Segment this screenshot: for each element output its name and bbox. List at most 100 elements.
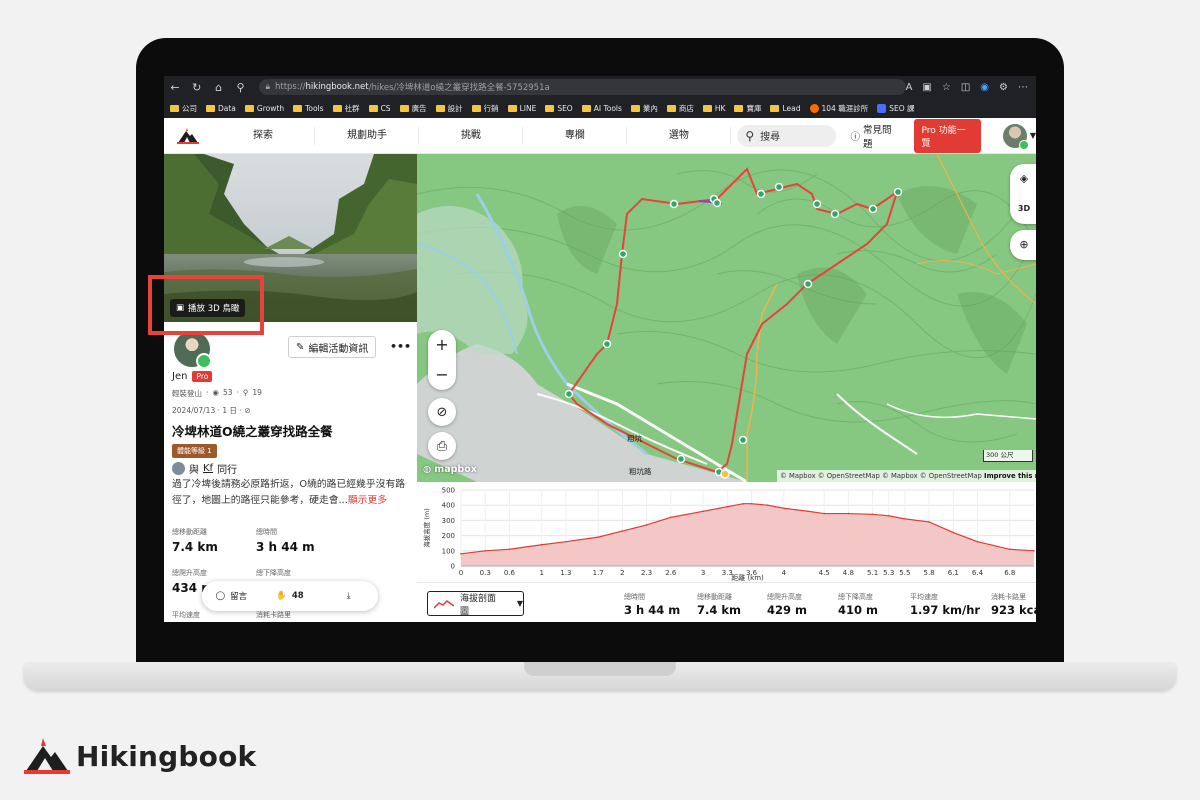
more-options-icon[interactable]: ••• xyxy=(390,340,411,353)
summary-stat-value: 410 m xyxy=(838,603,878,617)
bookmark-item[interactable]: 商店 xyxy=(666,103,694,114)
improve-map-link[interactable]: Improve this m xyxy=(984,472,1036,480)
bookmark-item[interactable]: SEO xyxy=(545,104,573,113)
attribution-text[interactable]: © Mapbox © OpenStreetMap © Mapbox © Open… xyxy=(780,472,982,480)
crosshair-icon[interactable]: ⊕ xyxy=(1010,230,1036,260)
edge-icon[interactable]: ◉ xyxy=(980,82,989,93)
folder-icon xyxy=(666,104,676,112)
author-avatar[interactable] xyxy=(172,329,212,369)
companion-name[interactable]: Kf xyxy=(203,463,213,474)
bookmark-item[interactable]: 廣告 xyxy=(399,103,427,114)
bookmark-label: 寶庫 xyxy=(746,103,762,113)
elevation-point xyxy=(783,507,785,510)
site-header: 探索 規劃助手 挑戰 專欄 選物 ⚲ 搜尋 ⓘ 常見問題 Pro 功能一覽 ▼ xyxy=(164,118,1036,154)
browser-toolbar-icons: A ▣ ☆ ◫ ◉ ⚙ ⋯ xyxy=(906,82,1036,93)
nav-shop[interactable]: 選物 xyxy=(627,126,732,145)
bookmark-item[interactable]: Data xyxy=(206,104,236,113)
comment-button[interactable]: ◯ 留言 xyxy=(202,590,261,602)
bookmark-label: 業內 xyxy=(642,103,658,113)
x-tick-label: 0.3 xyxy=(480,569,491,577)
bookmark-item[interactable]: 業內 xyxy=(630,103,658,114)
bookmark-item[interactable]: 社群 xyxy=(332,103,360,114)
download-button[interactable]: ⤓ xyxy=(319,591,378,601)
bookmark-item[interactable]: 公司 xyxy=(170,103,197,114)
mapbox-logo[interactable]: ◍ mapbox xyxy=(423,464,477,475)
x-tick-label: 5.1 xyxy=(867,569,878,577)
show-more-link[interactable]: 顯示更多 xyxy=(348,495,387,506)
print-button[interactable]: ⎙ xyxy=(428,432,456,460)
x-tick-label: 6.8 xyxy=(1004,569,1015,577)
bookmark-item[interactable]: 設計 xyxy=(435,103,463,114)
search-icon[interactable]: ⚲ xyxy=(230,81,252,94)
print-icon: ⎙ xyxy=(436,438,448,454)
site-icon xyxy=(809,103,819,113)
bookmark-item[interactable]: Lead xyxy=(770,104,801,113)
bookmark-item[interactable]: 行銷 xyxy=(471,103,499,114)
fitness-level-badge: 體能等級 1 xyxy=(172,444,217,458)
y-tick-label: 200 xyxy=(442,532,455,540)
author-name[interactable]: Jen xyxy=(172,371,187,382)
url-field[interactable]: 🔒︎ https://hikingbook.net/hikes/冷埤林道o繞之叢… xyxy=(259,79,906,95)
elevation-point xyxy=(508,548,511,551)
folder-icon xyxy=(702,104,712,112)
bookmark-item[interactable]: 寶庫 xyxy=(734,103,761,114)
x-tick-label: 0 xyxy=(459,569,463,577)
activity-type: 輕裝登山 xyxy=(172,389,202,398)
elevation-chart[interactable]: 0 100 200 300 400 500 0 0.3 0.6 1 1.3 1.7 2 2.3 2.6 3 3.… xyxy=(417,482,1036,582)
edit-activity-button[interactable]: ✎ 編輯活動資訊 xyxy=(288,336,377,358)
layers-icon[interactable]: ◈ xyxy=(1010,164,1036,194)
pro-features-button[interactable]: Pro 功能一覽 xyxy=(914,118,982,153)
elevation-point xyxy=(670,516,672,519)
zoom-out-button[interactable]: − xyxy=(428,360,456,390)
map-layer-controls: ◈ 3D xyxy=(1010,164,1036,224)
back-icon[interactable]: ← xyxy=(164,81,186,94)
search-box[interactable]: ⚲ 搜尋 xyxy=(737,124,837,147)
bookmark-item[interactable]: SEO 課 xyxy=(877,103,915,114)
clap-button[interactable]: ✋ 48 xyxy=(261,591,320,601)
bookmark-item[interactable]: 104 職涯診所 xyxy=(809,103,868,114)
bookmark-item[interactable]: Tools xyxy=(293,104,324,113)
comment-label: 留言 xyxy=(230,592,248,602)
y-tick-label: 100 xyxy=(442,547,455,555)
x-tick-label: 2 xyxy=(620,569,624,577)
x-tick-label: 5.8 xyxy=(924,569,935,577)
nav-challenge[interactable]: 挑戰 xyxy=(419,126,524,145)
folder-icon xyxy=(581,104,591,112)
split-screen-icon[interactable]: ▣ xyxy=(922,82,931,93)
collections-icon[interactable]: ◫ xyxy=(961,82,970,93)
x-tick-label: 2.3 xyxy=(641,569,652,577)
bookmark-item[interactable]: CS xyxy=(368,104,391,113)
bookmark-label: SEO 課 xyxy=(889,103,915,113)
pro-badge: Pro xyxy=(192,371,213,382)
y-tick-label: 500 xyxy=(442,487,455,495)
nav-explore[interactable]: 探索 xyxy=(212,126,316,145)
elevation-profile-dropdown[interactable]: 海拔剖面圖 ▼ xyxy=(427,591,524,617)
companion-row: 與 Kf 同行 xyxy=(172,461,237,476)
nav-planner[interactable]: 規劃助手 xyxy=(315,126,420,145)
elevation-profile-icon xyxy=(434,599,454,609)
bookmark-item[interactable]: LINE xyxy=(507,104,536,113)
summary-stat-value: 3 h 44 m xyxy=(624,603,681,617)
stat-ascent-label: 總爬升高度 xyxy=(172,569,207,577)
zoom-control: + − xyxy=(428,330,456,390)
bookmark-item[interactable]: HK xyxy=(702,104,725,113)
hikingbook-logo[interactable] xyxy=(164,127,212,144)
bookmark-item[interactable]: Growth xyxy=(244,104,284,113)
menu-icon[interactable]: ⋯ xyxy=(1018,82,1028,93)
nav-column[interactable]: 專欄 xyxy=(523,126,628,145)
user-avatar[interactable] xyxy=(1003,123,1029,150)
x-tick-label: 4.5 xyxy=(819,569,830,577)
home-icon[interactable]: ⌂ xyxy=(208,81,230,94)
reload-icon[interactable]: ↻ xyxy=(186,81,208,94)
route-map[interactable]: 粗坑 粗坑路 + − ⊘ ⎙ ◈ 3D ⊕ ◍ mapbox 300 公尺 © … xyxy=(417,154,1036,482)
read-aloud-icon[interactable]: A xyxy=(906,82,913,93)
zoom-in-button[interactable]: + xyxy=(428,330,456,360)
chevron-down-icon[interactable]: ▼ xyxy=(1030,131,1036,140)
3d-view-icon[interactable]: 3D xyxy=(1010,194,1036,224)
bookmark-item[interactable]: AI Tools xyxy=(581,104,622,113)
brand-logo: Hikingbook xyxy=(24,738,256,774)
extensions-icon[interactable]: ⚙ xyxy=(999,82,1008,93)
favorite-icon[interactable]: ☆ xyxy=(942,82,951,93)
faq-link[interactable]: ⓘ 常見問題 xyxy=(850,122,900,150)
hide-location-button[interactable]: ⊘ xyxy=(428,398,456,426)
